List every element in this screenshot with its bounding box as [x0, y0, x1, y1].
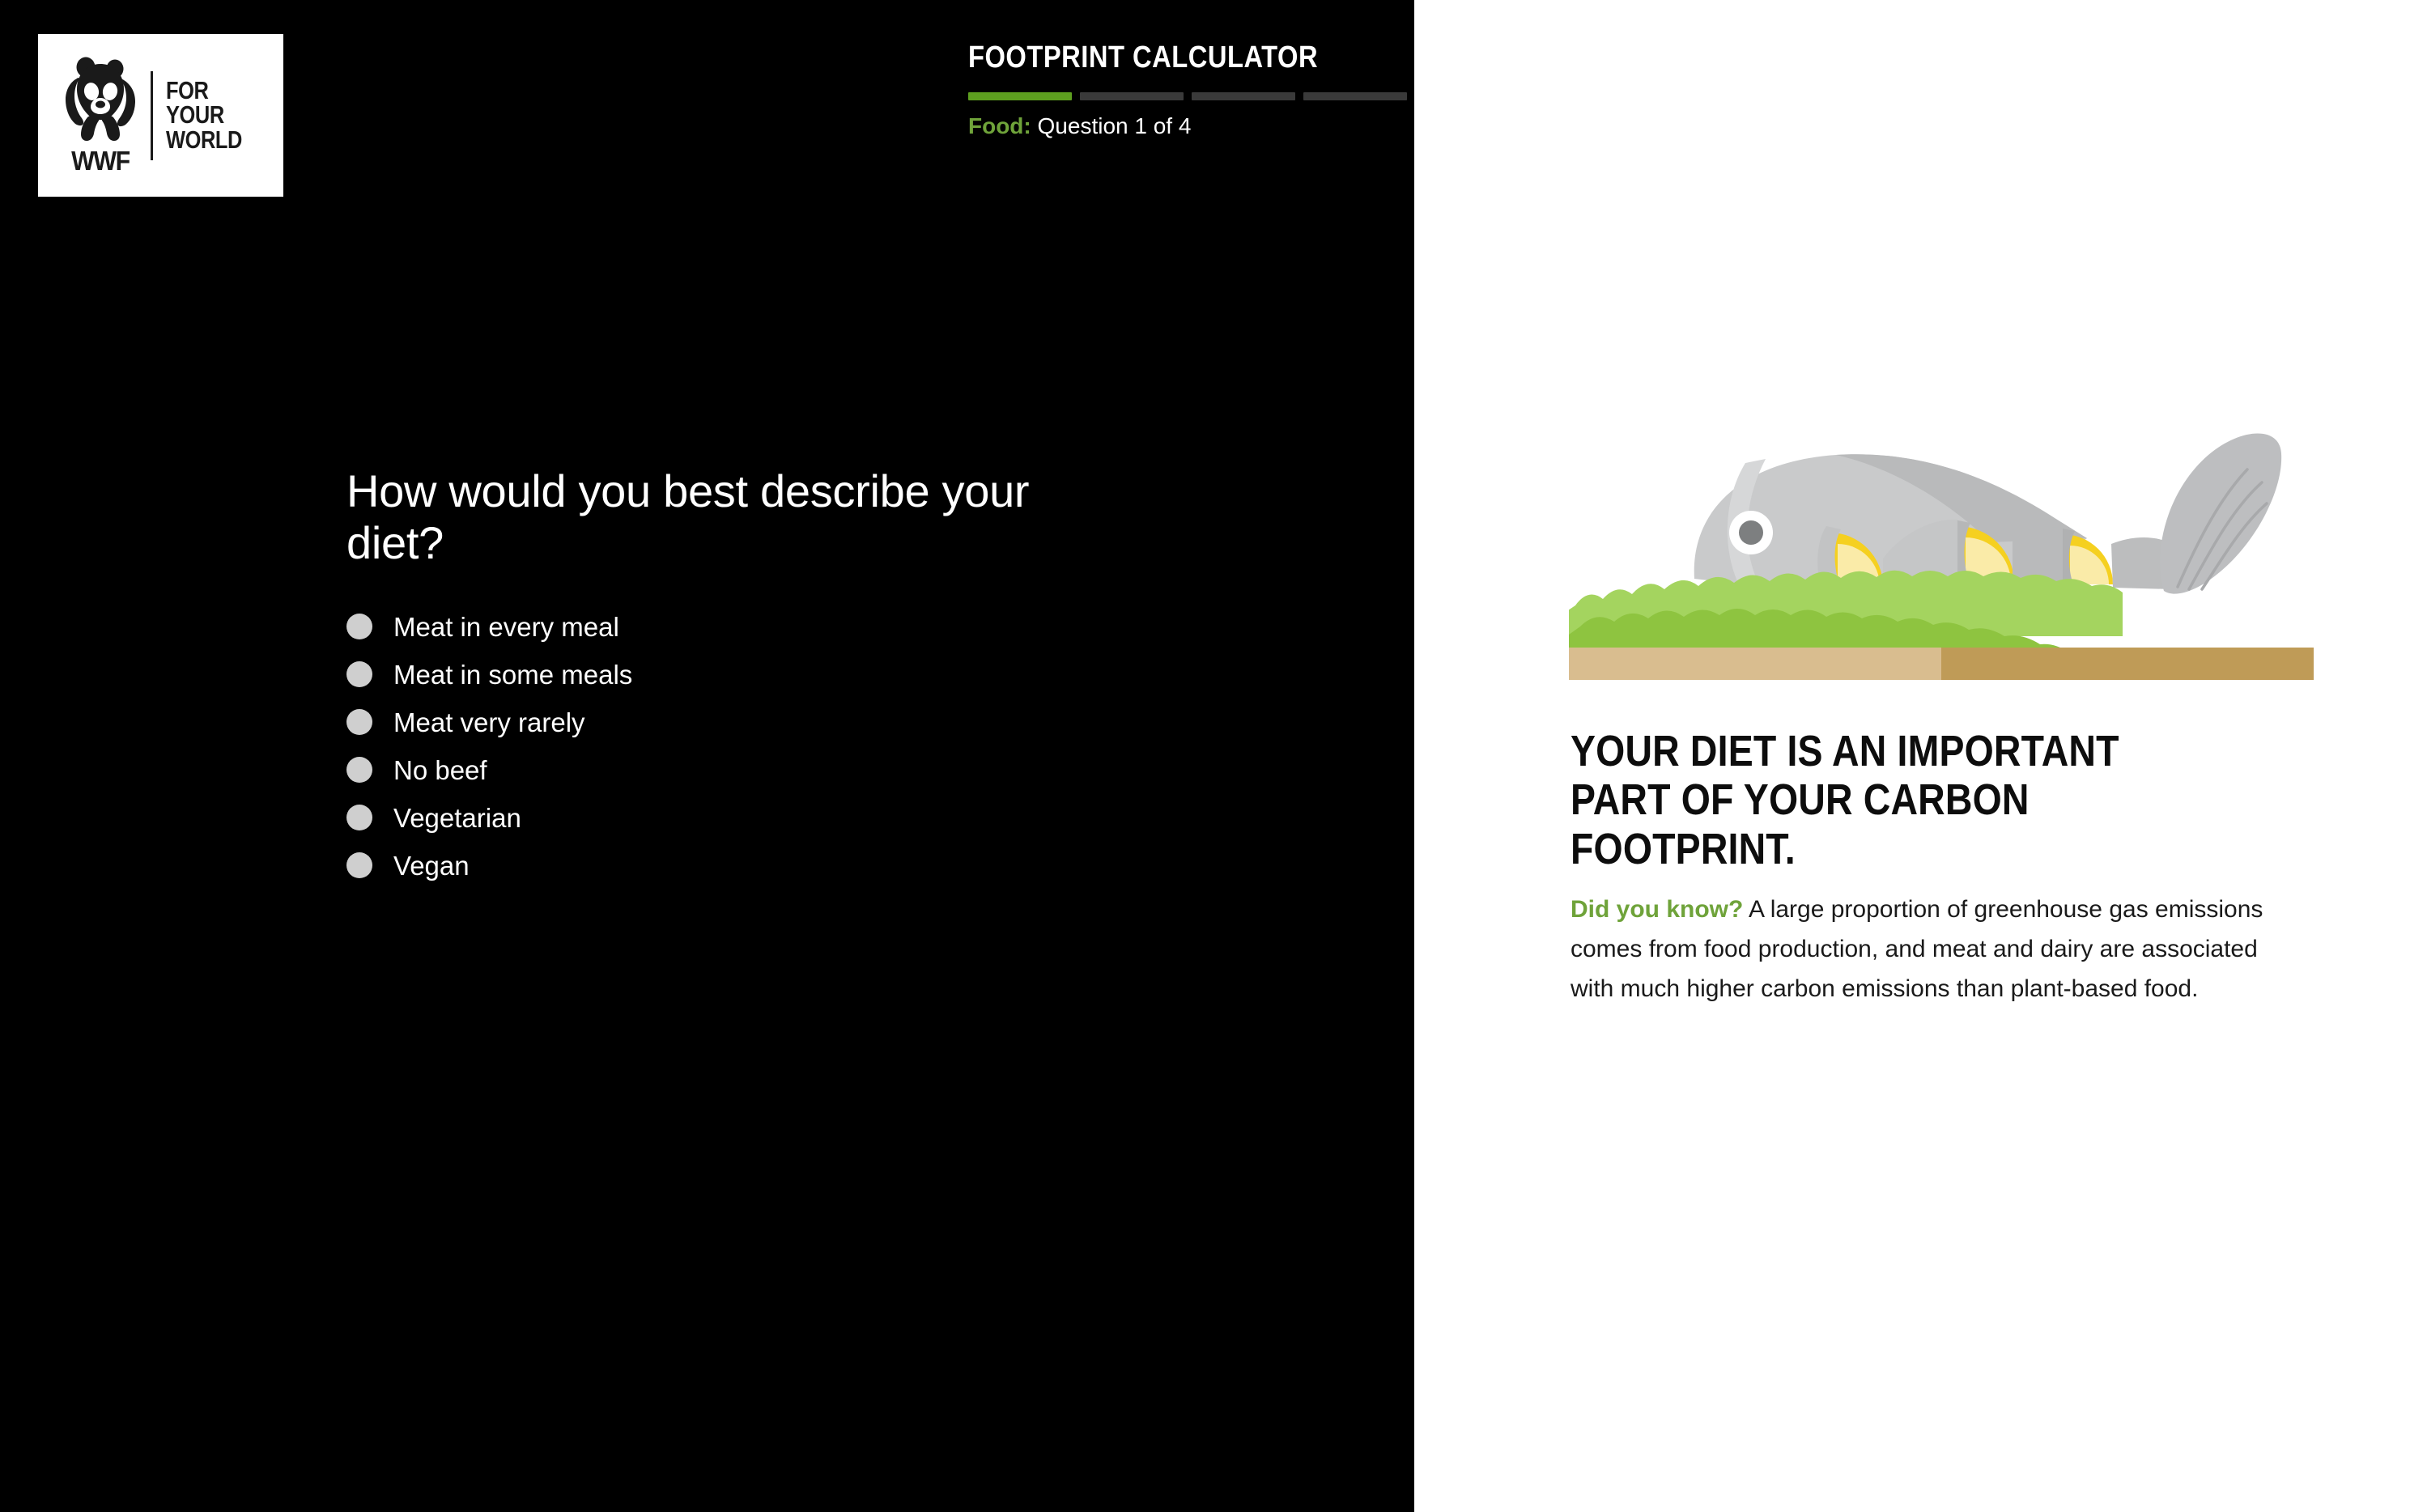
- radio-icon[interactable]: [346, 709, 372, 736]
- progress-segment-3: [1192, 92, 1295, 100]
- progress-segment-1: [968, 92, 1072, 100]
- option-no-beef[interactable]: No beef: [346, 746, 1116, 794]
- radio-icon[interactable]: [346, 614, 372, 640]
- progress-segment-4: [1303, 92, 1407, 100]
- option-label: Vegan: [393, 850, 470, 881]
- option-label: Meat very rarely: [393, 707, 585, 737]
- question-title: How would you best describe your diet?: [346, 465, 1030, 568]
- board-dark: [1941, 648, 2314, 680]
- wwf-acronym: WWF: [70, 146, 130, 176]
- calculator-header: FOOTPRINT CALCULATOR Food: Question 1 of…: [968, 40, 1407, 139]
- did-you-know-label: Did you know?: [1571, 896, 1744, 923]
- step-category: Food:: [968, 113, 1031, 138]
- info-panel: YOUR DIET IS AN IMPORTANT PART OF YOUR C…: [1414, 0, 2427, 1512]
- board-light: [1569, 648, 1941, 680]
- logo-tagline-line-3: WORLD: [165, 125, 242, 154]
- left-dark-panel: WWF FOR YOUR WORLD FOOTPRINT CALCULATOR: [0, 0, 1414, 1512]
- fish-tail-fin: [2160, 433, 2282, 594]
- info-headline: YOUR DIET IS AN IMPORTANT PART OF YOUR C…: [1571, 727, 2119, 873]
- progress-bar: [968, 92, 1407, 100]
- option-vegan[interactable]: Vegan: [346, 842, 1116, 890]
- fish-eye-pupil: [1739, 520, 1763, 545]
- radio-icon[interactable]: [346, 852, 372, 879]
- step-counter: Question 1 of 4: [1037, 113, 1192, 138]
- option-label: Meat in every meal: [393, 611, 619, 642]
- radio-icon[interactable]: [346, 661, 372, 688]
- radio-icon[interactable]: [346, 757, 372, 784]
- question-block: How would you best describe your diet? M…: [346, 465, 1116, 890]
- radio-icon[interactable]: [346, 805, 372, 831]
- option-vegetarian[interactable]: Vegetarian: [346, 794, 1116, 842]
- option-meat-in-every-meal[interactable]: Meat in every meal: [346, 603, 1116, 651]
- option-meat-in-some-meals[interactable]: Meat in some meals: [346, 651, 1116, 699]
- panda-icon: [65, 57, 135, 141]
- option-label: No beef: [393, 754, 487, 785]
- fish-on-board-illustration: [1569, 433, 2314, 680]
- answer-options-group: Meat in every meal Meat in some meals Me…: [346, 603, 1116, 890]
- page-title: FOOTPRINT CALCULATOR: [968, 40, 1319, 74]
- option-label: Meat in some meals: [393, 659, 633, 690]
- footprint-calculator-page: WWF FOR YOUR WORLD FOOTPRINT CALCULATOR: [0, 0, 2427, 1512]
- logo-tagline-line-2: YOUR: [165, 100, 224, 130]
- option-meat-very-rarely[interactable]: Meat very rarely: [346, 699, 1116, 746]
- logo-tagline-line-1: FOR: [165, 76, 209, 105]
- logo-divider: [150, 70, 153, 160]
- option-label: Vegetarian: [393, 802, 521, 833]
- info-body: Did you know? A large proportion of gree…: [1571, 890, 2271, 1009]
- step-indicator: Food: Question 1 of 4: [968, 113, 1407, 139]
- wwf-logo[interactable]: WWF FOR YOUR WORLD: [38, 34, 283, 197]
- progress-segment-2: [1080, 92, 1184, 100]
